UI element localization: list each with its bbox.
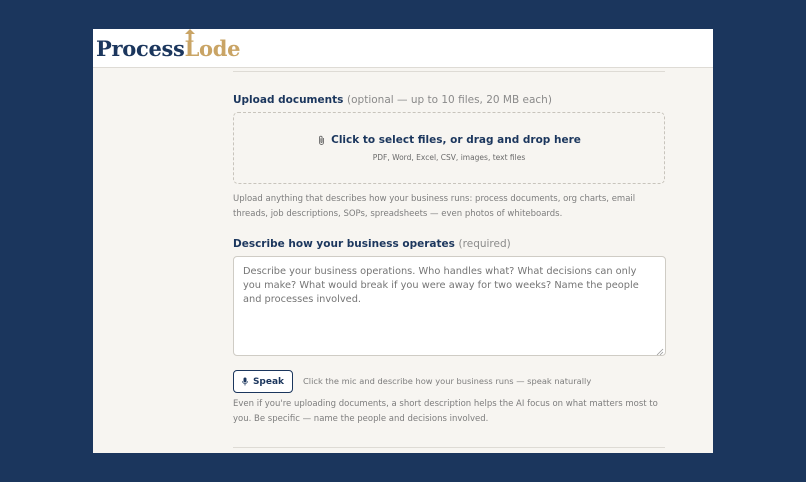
upload-label: Upload documents (optional — up to 10 fi…	[233, 94, 665, 106]
upload-help-text: Upload anything that describes how your …	[233, 194, 636, 219]
bottom-divider	[233, 447, 665, 448]
header-bar: Process Lode	[93, 29, 713, 68]
up-arrow-icon	[184, 29, 195, 41]
paperclip-icon	[319, 135, 325, 145]
upload-label-text: Upload documents	[233, 94, 344, 106]
describe-help-text: Even if you're uploading documents, a sh…	[233, 399, 658, 424]
speak-button-label: Speak	[252, 376, 285, 387]
business-description-textarea[interactable]	[233, 256, 666, 356]
describe-label-hint: (required)	[458, 238, 511, 250]
dropzone-subtitle: PDF, Word, Excel, CSV, images, text file…	[372, 153, 526, 162]
dropzone-title: Click to select files, or drag and drop …	[331, 134, 581, 146]
describe-label-text: Describe how your business operates	[233, 238, 455, 250]
describe-label: Describe how your business operates (req…	[233, 238, 665, 250]
top-divider	[233, 71, 665, 72]
upload-label-hint: (optional — up to 10 files, 20 MB each)	[347, 94, 552, 106]
form-page: Process Lode Upload documents (optional —…	[93, 29, 713, 453]
logo-text-process: Process	[96, 35, 185, 61]
microphone-icon	[242, 377, 248, 386]
speak-button[interactable]: Speak	[233, 370, 293, 393]
resize-grip-icon[interactable]	[656, 348, 664, 356]
speak-hint: Click the mic and describe how your busi…	[303, 376, 592, 386]
logo-text-lode: Lode	[184, 29, 240, 61]
brand-logo[interactable]: Process Lode	[96, 29, 240, 65]
file-dropzone[interactable]: Click to select files, or drag and drop …	[233, 112, 665, 184]
